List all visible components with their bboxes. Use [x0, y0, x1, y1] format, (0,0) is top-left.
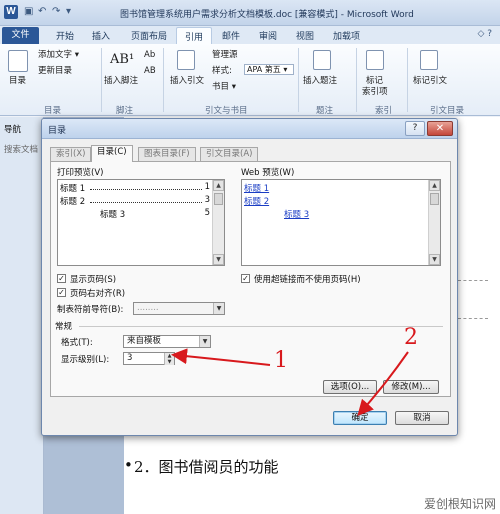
- annotation-arrow-one: [171, 348, 271, 366]
- annotation-arrows: [171, 348, 409, 416]
- annotation-arrow-two: [357, 351, 409, 416]
- tab-toc[interactable]: 目录(C): [91, 145, 133, 162]
